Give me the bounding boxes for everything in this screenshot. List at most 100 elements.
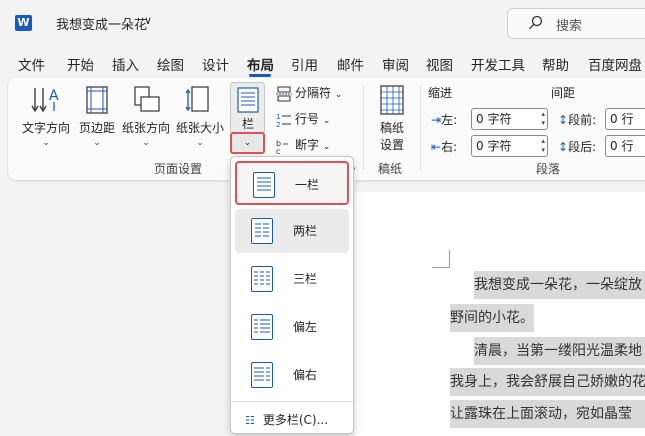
tab-help[interactable]: 帮助: [542, 54, 569, 74]
indent-right-field[interactable]: 0 字符 ▴ ▾: [471, 135, 548, 157]
document-line[interactable]: 我身上，我会舒展自己娇嫩的花: [450, 368, 645, 396]
svg-text:c: c: [276, 147, 280, 154]
two-columns-icon: [251, 218, 273, 244]
document-line[interactable]: 让露珠在上面滚动，宛如晶莹: [450, 400, 645, 428]
text-direction-icon: A: [31, 88, 59, 113]
spacing-title: 间距: [551, 86, 576, 100]
tab-file[interactable]: 文件: [18, 54, 45, 74]
text-direction-button[interactable]: A 文字方向 ⌄: [20, 84, 72, 148]
line-numbers-button[interactable]: 1 2 行号 ⌄: [276, 110, 330, 129]
menu-item-three-columns[interactable]: 三栏: [235, 257, 349, 301]
breaks-icon: [276, 86, 292, 101]
menu-item-left[interactable]: 偏左: [235, 305, 349, 349]
orientation-label: 纸张方向: [121, 121, 170, 135]
tab-review[interactable]: 审阅: [382, 54, 409, 74]
tab-design[interactable]: 设计: [202, 54, 229, 74]
menu-item-label: 偏左: [293, 320, 318, 334]
svg-text:A: A: [49, 88, 59, 104]
tab-mailings[interactable]: 邮件: [337, 54, 364, 74]
menu-item-label: 两栏: [293, 224, 318, 238]
title-bar: W 我想变成一朵花 ∨ 搜索: [0, 0, 645, 46]
tab-view[interactable]: 视图: [426, 54, 453, 74]
columns-dropdown-toggle[interactable]: ⌄: [230, 132, 265, 154]
tab-insert[interactable]: 插入: [112, 54, 139, 74]
active-tab-indicator: [249, 74, 271, 77]
spinner-icon[interactable]: ▴ ▾: [541, 137, 545, 155]
breaks-label: 分隔符: [295, 86, 332, 100]
indent-right-label: ⇤右:: [431, 140, 458, 154]
word-logo-icon: W: [15, 15, 32, 31]
right-column-icon: [251, 362, 273, 388]
menu-item-two-columns[interactable]: 两栏: [235, 209, 349, 253]
more-columns-icon: ☷: [245, 414, 255, 427]
columns-dropdown-menu: 一栏 两栏 三栏 偏左 偏右 ☷ 更多栏(C)...: [230, 156, 354, 434]
chevron-down-icon: ⌄: [196, 138, 204, 148]
menu-item-label: 偏右: [293, 368, 318, 382]
chevron-down-icon: ⌄: [142, 138, 150, 148]
menu-item-one-column[interactable]: 一栏: [235, 161, 349, 205]
spinner-icon[interactable]: ▴ ▾: [541, 110, 545, 128]
columns-label: 栏: [242, 117, 255, 131]
text-direction-label: 文字方向: [21, 121, 70, 135]
group-divider: [363, 86, 364, 170]
spacing-after-label: ↕段后:: [558, 140, 597, 154]
chevron-down-icon[interactable]: ∨: [144, 14, 152, 27]
left-column-icon: [251, 314, 273, 340]
tab-developer[interactable]: 开发工具: [471, 54, 525, 74]
orientation-button[interactable]: 纸张方向 ⌄: [120, 84, 172, 148]
size-label: 纸张大小: [175, 121, 224, 135]
search-placeholder: 搜索: [556, 19, 583, 34]
chevron-down-icon: ⌄: [42, 138, 50, 148]
breaks-button[interactable]: 分隔符 ⌄: [276, 84, 342, 102]
manuscript-settings-button[interactable]: 稿纸 设置: [372, 84, 412, 153]
spacing-before-field[interactable]: 0 行: [605, 108, 645, 130]
page-corner-mark: [432, 250, 450, 268]
margins-button[interactable]: 页边距 ⌄: [76, 84, 118, 148]
orientation-icon: [134, 86, 160, 112]
columns-button[interactable]: 栏: [230, 82, 265, 134]
more-columns-button[interactable]: ☷ 更多栏(C)...: [245, 411, 328, 428]
spacing-before-label: ↕段前:: [558, 113, 597, 127]
margins-icon: [86, 86, 108, 114]
chevron-down-icon: ⌄: [243, 138, 252, 148]
search-box[interactable]: 搜索: [507, 8, 645, 39]
size-button[interactable]: 纸张大小 ⌄: [174, 84, 226, 148]
tab-baidu[interactable]: 百度网盘: [588, 54, 642, 74]
manuscript-label-line2: 设置: [379, 138, 404, 152]
indent-left-field[interactable]: 0 字符 ▴ ▾: [471, 108, 548, 130]
document-line[interactable]: 我想变成一朵花，一朵绽放: [474, 271, 645, 299]
menu-divider: [231, 401, 353, 402]
manuscript-group-label: 稿纸: [378, 162, 403, 176]
hyphenation-icon: b c: [276, 139, 288, 156]
svg-text:2: 2: [276, 121, 280, 128]
tab-layout[interactable]: 布局: [247, 54, 274, 74]
one-column-icon: [253, 172, 275, 198]
chevron-down-icon: ⌄: [93, 138, 101, 148]
menu-item-label: 三栏: [293, 272, 318, 286]
tab-home[interactable]: 开始: [67, 54, 94, 74]
more-columns-label: 更多栏(C)...: [262, 413, 329, 427]
size-icon: [185, 86, 209, 112]
tab-references[interactable]: 引用: [291, 54, 318, 74]
manuscript-icon: [380, 85, 404, 115]
document-line[interactable]: 野间的小花。: [450, 304, 534, 332]
ribbon-tabs: 文件 开始 插入 绘图 设计 布局 引用 邮件 审阅 视图 开发工具 帮助 百度…: [0, 50, 645, 77]
document-line[interactable]: 清晨，当第一缕阳光温柔地: [474, 337, 645, 365]
margins-label: 页边距: [78, 121, 115, 135]
menu-item-right[interactable]: 偏右: [235, 353, 349, 397]
paragraph-group-label: 段落: [536, 162, 561, 176]
group-divider: [420, 86, 421, 170]
three-columns-icon: [251, 266, 273, 292]
line-numbers-label: 行号: [295, 112, 320, 126]
manuscript-label-line1: 稿纸: [379, 121, 404, 135]
columns-icon: [237, 87, 259, 113]
search-icon: [529, 15, 543, 30]
tab-draw[interactable]: 绘图: [157, 54, 184, 74]
line-numbers-icon: 1 2: [276, 113, 291, 129]
document-title[interactable]: 我想变成一朵花: [56, 14, 147, 33]
spacing-after-field[interactable]: 0 行: [605, 135, 645, 157]
indent-title: 缩进: [428, 86, 453, 100]
menu-item-label: 一栏: [295, 178, 320, 192]
hyphenation-button[interactable]: b c 断字 ⌄: [276, 136, 330, 156]
svg-text:1: 1: [276, 113, 280, 121]
